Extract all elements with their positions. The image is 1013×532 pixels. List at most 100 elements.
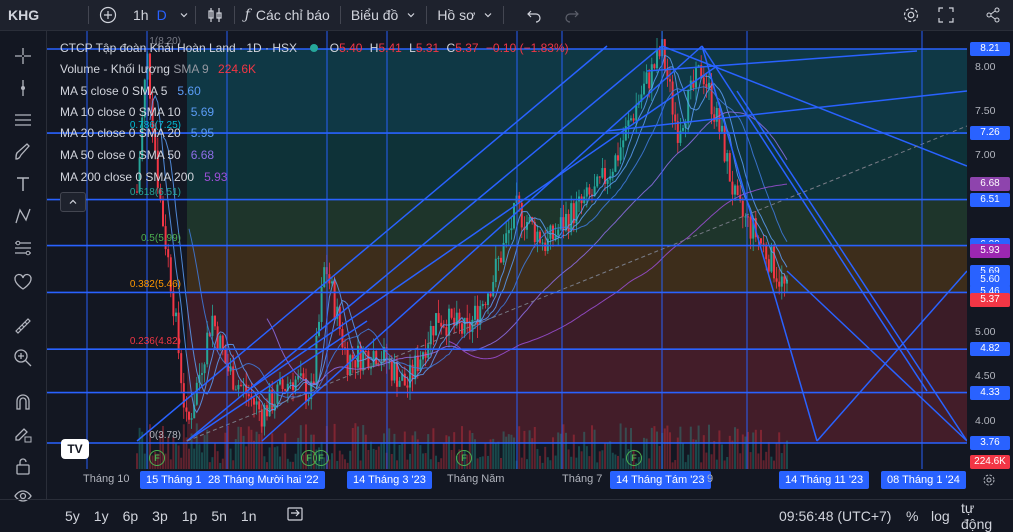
legend-ma-10[interactable]: MA 10 close 0 SMA 10 5.69 bbox=[60, 105, 214, 119]
volume-bar bbox=[617, 455, 619, 469]
range-1y[interactable]: 1y bbox=[87, 508, 116, 524]
range-5n[interactable]: 5n bbox=[204, 508, 234, 524]
fib-tool[interactable] bbox=[10, 235, 36, 261]
candle-body bbox=[749, 216, 752, 239]
earnings-event-marker[interactable]: F bbox=[313, 450, 329, 466]
volume-bar bbox=[487, 455, 489, 469]
range-6p[interactable]: 6p bbox=[116, 508, 146, 524]
range-5y[interactable]: 5y bbox=[58, 508, 87, 524]
cursor-tool[interactable] bbox=[10, 75, 36, 101]
candle-body bbox=[344, 347, 346, 349]
volume-bar bbox=[505, 436, 508, 469]
redo-button[interactable] bbox=[556, 0, 588, 30]
candle-body bbox=[214, 315, 216, 327]
volume-bar bbox=[424, 453, 427, 469]
fib-level-label: 0.236(4.82) bbox=[129, 336, 181, 348]
stay-drawing-tool[interactable] bbox=[10, 421, 36, 447]
compare-symbol-button[interactable] bbox=[91, 0, 125, 30]
ruler-tool[interactable] bbox=[10, 313, 36, 339]
candle-type-button[interactable] bbox=[198, 0, 232, 30]
price-label: 5.37 bbox=[970, 293, 1010, 308]
range-1n[interactable]: 1n bbox=[234, 508, 264, 524]
magnet-icon bbox=[16, 394, 30, 410]
volume-bar bbox=[757, 453, 760, 469]
volume-bar bbox=[359, 460, 362, 469]
chart-type-button[interactable]: Biểu đồ bbox=[343, 0, 424, 30]
legend-ma-20[interactable]: MA 20 close 0 SMA 20 5.95 bbox=[60, 126, 214, 140]
candle-body bbox=[185, 407, 188, 412]
volume-bar bbox=[437, 462, 440, 469]
clock-time[interactable]: 09:56:48 (UTC+7) bbox=[772, 508, 898, 524]
pattern-tool[interactable] bbox=[10, 203, 36, 229]
legend-ma-200[interactable]: MA 200 close 0 SMA 200 5.93 bbox=[60, 170, 227, 184]
indicators-label: Các chỉ báo bbox=[255, 7, 330, 23]
candle-body bbox=[372, 351, 375, 367]
favorites-tool[interactable] bbox=[10, 269, 36, 295]
tradingview-logo[interactable]: TV bbox=[61, 439, 89, 459]
earnings-event-marker[interactable]: F bbox=[149, 450, 165, 466]
undo-button[interactable] bbox=[506, 0, 556, 30]
goto-date-button[interactable] bbox=[279, 505, 311, 526]
fx-icon: ƒ bbox=[244, 7, 250, 23]
fullscreen-button[interactable] bbox=[930, 0, 962, 30]
ma-label: MA 50 close 0 SMA 50 bbox=[60, 148, 181, 162]
brush-tool[interactable] bbox=[10, 139, 36, 165]
volume-bar bbox=[372, 448, 375, 469]
volume-bar bbox=[604, 443, 606, 469]
legend-ma-5[interactable]: MA 5 close 0 SMA 5 5.60 bbox=[60, 84, 201, 98]
symbol-search[interactable]: KHG bbox=[0, 0, 86, 30]
earnings-event-marker[interactable]: F bbox=[456, 450, 472, 466]
interval-1h-button[interactable]: 1h bbox=[125, 0, 157, 30]
volume-bar bbox=[494, 442, 497, 469]
volume-bar bbox=[442, 443, 445, 469]
share-button[interactable] bbox=[977, 0, 1009, 30]
candle-body bbox=[744, 216, 747, 218]
earnings-event-marker[interactable]: F bbox=[626, 450, 642, 466]
volume-bar bbox=[741, 434, 744, 469]
interval-d-button[interactable]: D bbox=[157, 0, 175, 30]
volume-bar bbox=[182, 424, 185, 469]
candle-body bbox=[398, 380, 401, 387]
settings-button[interactable] bbox=[894, 0, 928, 30]
volume-bar bbox=[767, 442, 770, 469]
chart-type-label: Biểu đồ bbox=[350, 7, 399, 23]
text-tool[interactable] bbox=[10, 171, 36, 197]
zoom-tool[interactable] bbox=[10, 345, 36, 371]
candle-body bbox=[728, 153, 731, 182]
candle-body bbox=[266, 405, 268, 417]
time-axis[interactable]: Tháng 10 15 Tháng 1' 28 Tháng Mười hai '… bbox=[47, 469, 967, 493]
time-label: Tháng 7 bbox=[562, 473, 603, 485]
volume-bar bbox=[232, 460, 235, 469]
range-1p[interactable]: 1p bbox=[175, 508, 205, 524]
legend-volume[interactable]: Volume - Khối lượng SMA 9 224.6K bbox=[60, 62, 256, 76]
volume-bar bbox=[648, 458, 651, 469]
lines-tool[interactable] bbox=[10, 107, 36, 133]
candle-body bbox=[570, 203, 573, 232]
candle-body bbox=[289, 382, 292, 384]
interval-dropdown[interactable] bbox=[175, 0, 193, 30]
percent-toggle[interactable]: % bbox=[899, 508, 925, 524]
candle-body bbox=[552, 225, 554, 240]
volume-bar bbox=[765, 451, 768, 469]
range-3p[interactable]: 3p bbox=[145, 508, 175, 524]
indicators-button[interactable]: ƒ Các chỉ báo bbox=[237, 0, 338, 30]
crosshair-tool[interactable] bbox=[10, 43, 36, 69]
log-toggle[interactable]: log bbox=[924, 508, 957, 524]
dot-line-icon bbox=[21, 80, 25, 96]
profile-button[interactable]: Hồ sơ bbox=[429, 0, 501, 30]
candle-body bbox=[674, 114, 677, 122]
auto-toggle[interactable]: tự động bbox=[954, 500, 1013, 532]
price-axis[interactable]: 8.217.266.686.516.005.955.935.695.605.46… bbox=[968, 31, 1013, 469]
price-label: 5.93 bbox=[970, 243, 1010, 258]
candle-body bbox=[721, 125, 723, 132]
lock-tool[interactable] bbox=[10, 453, 36, 479]
collapse-legend-button[interactable] bbox=[60, 192, 86, 212]
candle-body bbox=[731, 181, 734, 195]
magnet-tool[interactable] bbox=[10, 389, 36, 415]
legend-ma-50[interactable]: MA 50 close 0 SMA 50 6.68 bbox=[60, 148, 214, 162]
volume-bar bbox=[601, 450, 604, 469]
ma-value: 5.69 bbox=[190, 105, 215, 119]
candle-body bbox=[440, 322, 443, 327]
axis-settings-button[interactable] bbox=[982, 473, 996, 490]
candle-body bbox=[775, 278, 778, 282]
